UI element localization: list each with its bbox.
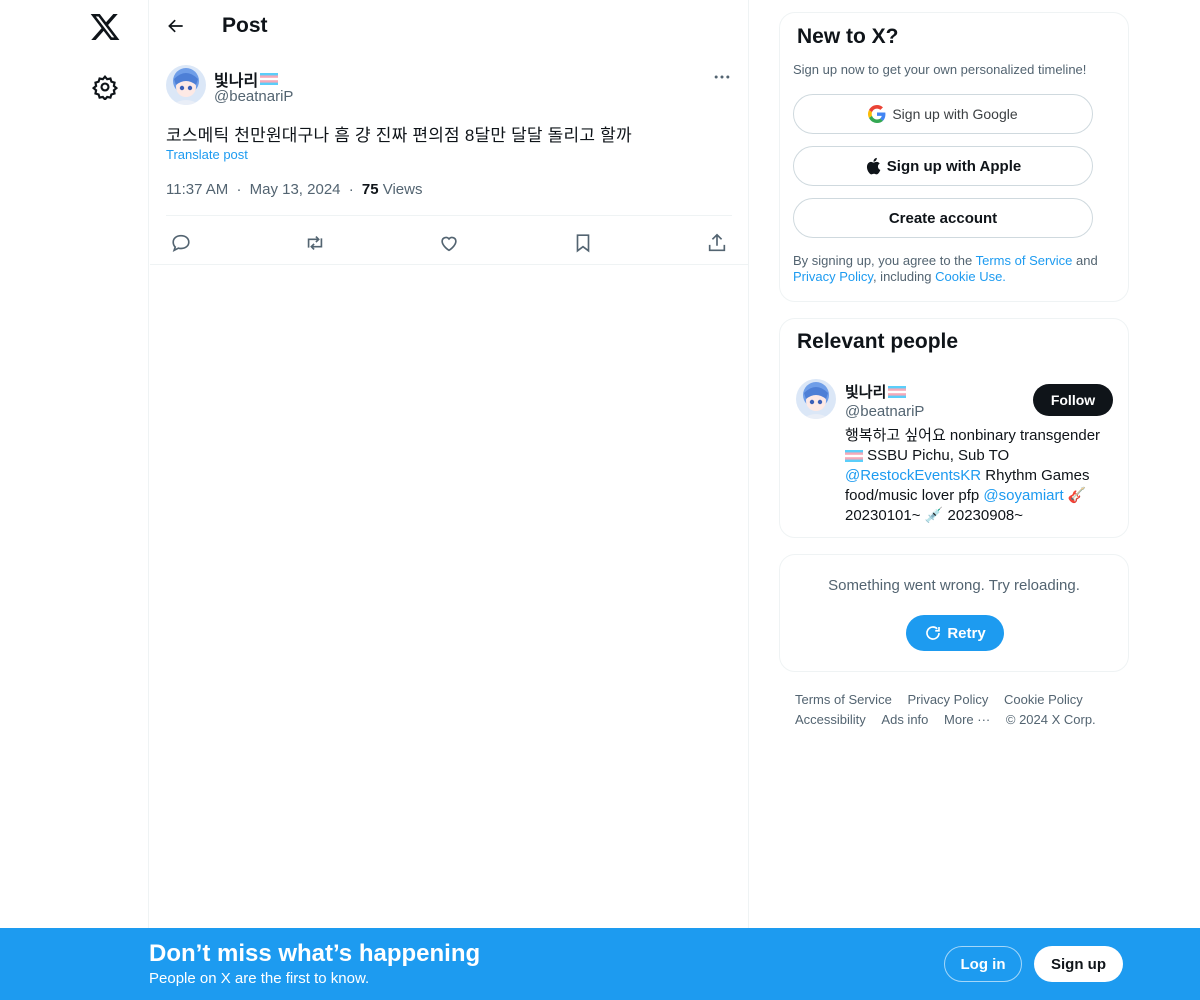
- relevant-people-title: Relevant people: [797, 330, 959, 353]
- relevant-person-bio: 행복하고 싶어요 nonbinary transgender SSBU Pich…: [845, 426, 1110, 526]
- follow-button[interactable]: Follow: [1033, 384, 1113, 416]
- privacy-policy-link[interactable]: Privacy Policy: [793, 269, 873, 284]
- footer-link[interactable]: Privacy Policy: [907, 690, 988, 710]
- page-title: Post: [222, 14, 268, 37]
- refresh-icon: [926, 626, 941, 640]
- google-icon: [868, 105, 886, 123]
- relevant-person-handle[interactable]: @beatnariP: [845, 403, 924, 420]
- signup-apple-button[interactable]: Sign up with Apple: [793, 146, 1093, 186]
- divider: [150, 264, 748, 265]
- reply-icon[interactable]: [170, 232, 192, 254]
- retry-button[interactable]: Retry: [906, 615, 1004, 651]
- avatar[interactable]: [796, 379, 836, 419]
- trans-flag-icon: [845, 450, 863, 463]
- relevant-person-name[interactable]: 빛나리: [845, 381, 907, 402]
- error-message: Something went wrong. Try reloading.: [828, 577, 1080, 594]
- bio-text: SSBU Pichu, Sub TO: [863, 447, 1010, 464]
- login-button[interactable]: Log in: [944, 946, 1022, 982]
- post-text: 코스메틱 천만원대구나 흠 걍 진짜 편의점 8달만 달달 돌리고 할까: [166, 126, 632, 145]
- main-column: Post 빛나리 @beatnariP 코스메틱 천만원대구나 흠 걍 진짜 편…: [150, 0, 749, 1000]
- signup-google-button[interactable]: Sign up with Google: [793, 94, 1093, 134]
- signup-card: New to X? Sign up now to get your own pe…: [779, 12, 1129, 302]
- footer-link[interactable]: Ads info: [881, 710, 928, 730]
- trans-flag-icon: [888, 385, 907, 398]
- signup-google-label: Sign up with Google: [892, 106, 1018, 122]
- post-meta: 11:37 AM · May 13, 2024 · 75 Views: [166, 181, 422, 198]
- banner-title: Don’t miss what’s happening: [149, 940, 481, 967]
- x-logo-icon[interactable]: [89, 11, 121, 43]
- footer-link[interactable]: Accessibility: [795, 710, 866, 730]
- signup-subtitle: Sign up now to get your own personalized…: [793, 62, 1087, 77]
- signup-title: New to X?: [797, 25, 899, 48]
- terms-of-service-link[interactable]: Terms of Service: [976, 253, 1073, 268]
- copyright: © 2024 X Corp.: [1005, 712, 1096, 727]
- error-card: Something went wrong. Try reloading. Ret…: [779, 554, 1129, 672]
- signup-banner: Don’t miss what’s happening People on X …: [0, 928, 1200, 1000]
- back-arrow-icon[interactable]: [166, 16, 186, 36]
- cookie-use-link[interactable]: Cookie Use.: [935, 269, 1006, 284]
- terms-text: By signing up, you agree to the: [793, 253, 976, 268]
- more-icon[interactable]: [712, 67, 732, 87]
- retry-label: Retry: [947, 624, 986, 642]
- banner-subtitle: People on X are the first to know.: [149, 970, 370, 987]
- author-handle[interactable]: @beatnariP: [214, 88, 293, 105]
- relevant-person-name-text: 빛나리: [845, 384, 887, 401]
- create-account-label: Create account: [888, 209, 998, 227]
- post-header: Post: [150, 0, 748, 53]
- bio-text: 행복하고 싶어요 nonbinary transgender: [845, 427, 1101, 444]
- trans-flag-icon: [260, 73, 279, 85]
- footer-links: Terms of Service Privacy Policy Cookie P…: [795, 690, 1125, 730]
- left-nav: [0, 0, 149, 1000]
- avatar[interactable]: [166, 65, 206, 105]
- divider: [166, 215, 732, 216]
- terms-text: , including: [872, 269, 936, 284]
- relevant-people-card: Relevant people 빛나리 @beatnariP Follow 행복…: [779, 318, 1129, 538]
- bio-mention-link[interactable]: @soyamiart: [983, 487, 1063, 504]
- footer-link[interactable]: Terms of Service: [795, 690, 892, 710]
- post-actions: [166, 227, 732, 259]
- bookmark-icon[interactable]: [572, 232, 594, 254]
- post-date[interactable]: May 13, 2024: [250, 181, 341, 198]
- share-icon[interactable]: [706, 232, 728, 254]
- views-label: Views: [382, 181, 423, 198]
- footer-more-link[interactable]: More ···: [944, 710, 990, 730]
- footer-link[interactable]: Cookie Policy: [1004, 690, 1083, 710]
- terms-text: and: [1072, 253, 1098, 268]
- create-account-button[interactable]: Create account: [793, 198, 1093, 238]
- post-time[interactable]: 11:37 AM: [166, 181, 228, 198]
- repost-icon[interactable]: [304, 232, 326, 254]
- apple-icon: [866, 157, 881, 175]
- meta-separator: ·: [236, 181, 242, 198]
- like-icon[interactable]: [438, 232, 460, 254]
- views-count: 75: [361, 181, 379, 198]
- translate-post-link[interactable]: Translate post: [166, 147, 248, 162]
- meta-separator: ·: [348, 181, 354, 198]
- signup-button[interactable]: Sign up: [1034, 946, 1123, 982]
- signup-terms: By signing up, you agree to the Terms of…: [793, 253, 1118, 285]
- bio-mention-link[interactable]: @RestockEventsKR: [845, 467, 981, 484]
- gear-icon[interactable]: [92, 74, 118, 100]
- signup-apple-label: Sign up with Apple: [886, 157, 1022, 175]
